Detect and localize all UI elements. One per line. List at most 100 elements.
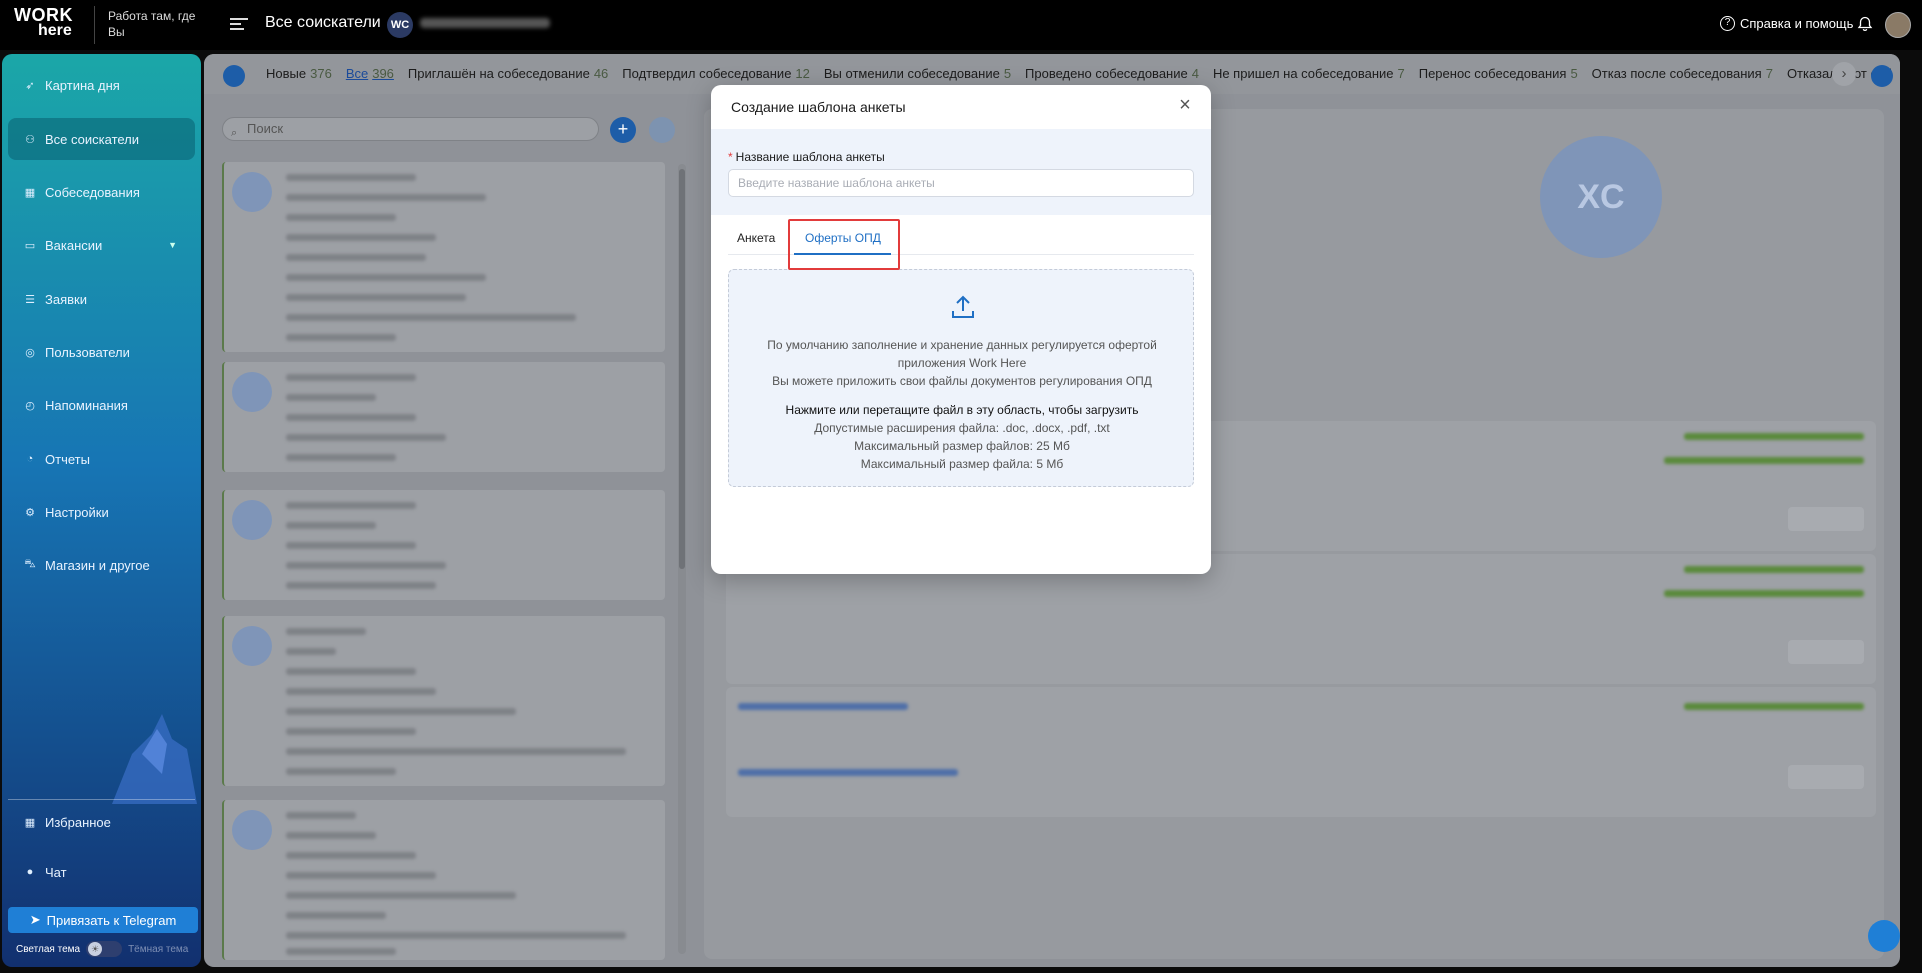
menu-toggle-icon[interactable] xyxy=(230,15,248,33)
theme-toggle[interactable]: ☀ xyxy=(86,941,123,957)
sidebar-item-settings[interactable]: ⚙ Настройки xyxy=(8,491,195,533)
avatar xyxy=(232,626,272,666)
tab-invited[interactable]: Приглашён на собеседование 46 xyxy=(408,66,608,81)
sidebar-item-favorites[interactable]: ▦ Избранное xyxy=(8,801,195,843)
active-tab-indicator xyxy=(794,253,891,255)
sidebar-item-shop[interactable]: ⛍ Магазин и другое xyxy=(8,544,195,586)
sidebar-item-label: Пользователи xyxy=(45,344,130,360)
actions-button[interactable] xyxy=(1788,765,1864,789)
dropzone-attach-note: Вы можете приложить свои файлы документо… xyxy=(772,374,1152,388)
users-icon: ⚇ xyxy=(25,133,35,146)
tab-pd-offers[interactable]: Оферты ОПД xyxy=(805,231,881,245)
chat-support-button[interactable] xyxy=(1868,920,1900,952)
list-item[interactable] xyxy=(222,490,665,600)
help-label: Справка и помощь xyxy=(1740,16,1854,31)
sun-icon: ☀ xyxy=(88,942,103,956)
org-name-blurred[interactable] xyxy=(420,18,550,28)
tab-confirmed[interactable]: Подтвердил собеседование 12 xyxy=(622,66,810,81)
sidebar-item-users[interactable]: ◎ Пользователи xyxy=(8,331,195,373)
dropzone-extensions: Допустимые расширения файла: .doc, .docx… xyxy=(814,421,1110,435)
avatar xyxy=(232,172,272,212)
sidebar-item-reports[interactable]: ◔ Отчеты xyxy=(8,438,195,480)
sidebar-item-requests[interactable]: ☰ Заявки xyxy=(8,278,195,320)
close-icon[interactable]: × xyxy=(1175,95,1195,116)
actions-button[interactable] xyxy=(1788,507,1864,531)
template-name-input[interactable] xyxy=(728,169,1194,197)
sidebar-item-label: Заявки xyxy=(45,291,87,307)
sidebar-item-label: Магазин и другое xyxy=(45,557,150,573)
mascot-illustration xyxy=(112,714,197,804)
sidebar: ➶ Картина дня ⚇ Все соискатели ▦ Собесед… xyxy=(2,54,201,967)
tab-all[interactable]: Все 396 xyxy=(346,66,394,81)
avatar xyxy=(232,372,272,412)
sidebar-item-vacancies[interactable]: ▭ Вакансии ▼ xyxy=(8,224,195,266)
top-bar: WORK here Работа там, где Вы Все соискат… xyxy=(0,0,1922,50)
telegram-link-button[interactable]: ➤ Привязать к Telegram xyxy=(8,907,198,933)
alarm-icon: ◴ xyxy=(25,399,35,412)
sidebar-item-label: Чат xyxy=(45,864,67,880)
status-tabs: Новые 376 Все 396 Приглашён на собеседован… xyxy=(266,66,1892,81)
gear-icon: ⚙ xyxy=(25,506,35,519)
theme-dark-label: Тёмная тема xyxy=(128,943,189,955)
upload-icon xyxy=(952,295,974,318)
sidebar-item-reminders[interactable]: ◴ Напоминания xyxy=(8,384,195,426)
tab-cancelled[interactable]: Вы отменили собеседование 5 xyxy=(824,66,1011,81)
template-name-label: * Название шаблона анкеты xyxy=(728,150,885,164)
briefcase-icon: ▭ xyxy=(24,239,36,252)
telegram-button-label: Привязать к Telegram xyxy=(46,912,177,928)
dropzone-cta: Нажмите или перетащите файл в эту област… xyxy=(785,403,1139,417)
sidebar-item-all-candidates[interactable]: ⚇ Все соискатели xyxy=(8,118,195,160)
sidebar-item-chat[interactable]: ● Чат xyxy=(8,851,195,893)
pie-chart-icon: ◔ xyxy=(26,453,34,465)
user-circle-icon: ◎ xyxy=(25,346,35,359)
sidebar-item-label: Избранное xyxy=(45,814,111,830)
dropzone-default-note: По умолчанию заполнение и хранение данны… xyxy=(767,338,1157,370)
modal-title: Создание шаблона анкеты xyxy=(731,99,906,115)
question-icon: ? xyxy=(1720,16,1735,31)
sidebar-item-label: Вакансии xyxy=(45,237,103,253)
actions-button[interactable] xyxy=(1788,640,1864,664)
list-item[interactable] xyxy=(222,362,665,472)
chevron-right-icon[interactable]: › xyxy=(1832,62,1856,86)
avatar xyxy=(232,810,272,850)
scrollbar-thumb[interactable] xyxy=(679,169,685,569)
tab-new[interactable]: Новые 376 xyxy=(266,66,332,81)
sidebar-item-label: Напоминания xyxy=(45,397,128,413)
add-candidate-button[interactable]: + xyxy=(610,117,636,143)
chat-icon: ● xyxy=(26,866,34,878)
user-avatar[interactable] xyxy=(1885,12,1911,38)
list-item[interactable] xyxy=(222,162,665,352)
sidebar-item-label: Настройки xyxy=(45,504,109,520)
tab-rescheduled[interactable]: Перенос собеседования 5 xyxy=(1419,66,1578,81)
sidebar-item-label: Все соискатели xyxy=(45,131,140,147)
sidebar-divider xyxy=(8,799,195,800)
file-dropzone[interactable]: По умолчанию заполнение и хранение данны… xyxy=(728,269,1194,487)
logo-word-here: here xyxy=(38,22,72,39)
bell-icon[interactable] xyxy=(1857,16,1873,32)
tab-questionnaire[interactable]: Анкета xyxy=(737,231,775,245)
chevron-down-icon: ▼ xyxy=(168,240,177,250)
sidebar-item-label: Картина дня xyxy=(45,77,120,93)
search-input[interactable]: ⌕ Поиск xyxy=(222,117,599,141)
list-item[interactable] xyxy=(222,800,665,960)
filter-icon[interactable] xyxy=(1871,65,1893,87)
help-link[interactable]: ? Справка и помощь xyxy=(1720,16,1853,31)
tab-no-show[interactable]: Не пришел на собеседование 7 xyxy=(1213,66,1405,81)
list-item[interactable] xyxy=(222,616,665,786)
history-button[interactable] xyxy=(649,117,675,143)
sidebar-item-day-overview[interactable]: ➶ Картина дня xyxy=(8,64,195,106)
sidebar-item-interviews[interactable]: ▦ Собеседования xyxy=(8,171,195,213)
tagline: Работа там, где Вы xyxy=(108,9,196,39)
rocket-icon: ➶ xyxy=(25,79,35,92)
tab-conducted[interactable]: Проведено собеседование 4 xyxy=(1025,66,1199,81)
theme-switcher: Светлая тема ☀ Тёмная тема xyxy=(16,941,188,957)
logo[interactable]: WORK here xyxy=(14,6,78,39)
tab-rejected[interactable]: Отказ после собеседования 7 xyxy=(1592,66,1773,81)
search-icon: ⌕ xyxy=(231,127,238,139)
org-avatar[interactable]: WC xyxy=(387,12,413,38)
list-icon: ☰ xyxy=(25,293,35,306)
stats-icon[interactable] xyxy=(223,65,245,87)
sidebar-item-label: Отчеты xyxy=(45,451,90,467)
sidebar-item-label: Собеседования xyxy=(45,184,140,200)
logo-divider xyxy=(94,6,95,44)
